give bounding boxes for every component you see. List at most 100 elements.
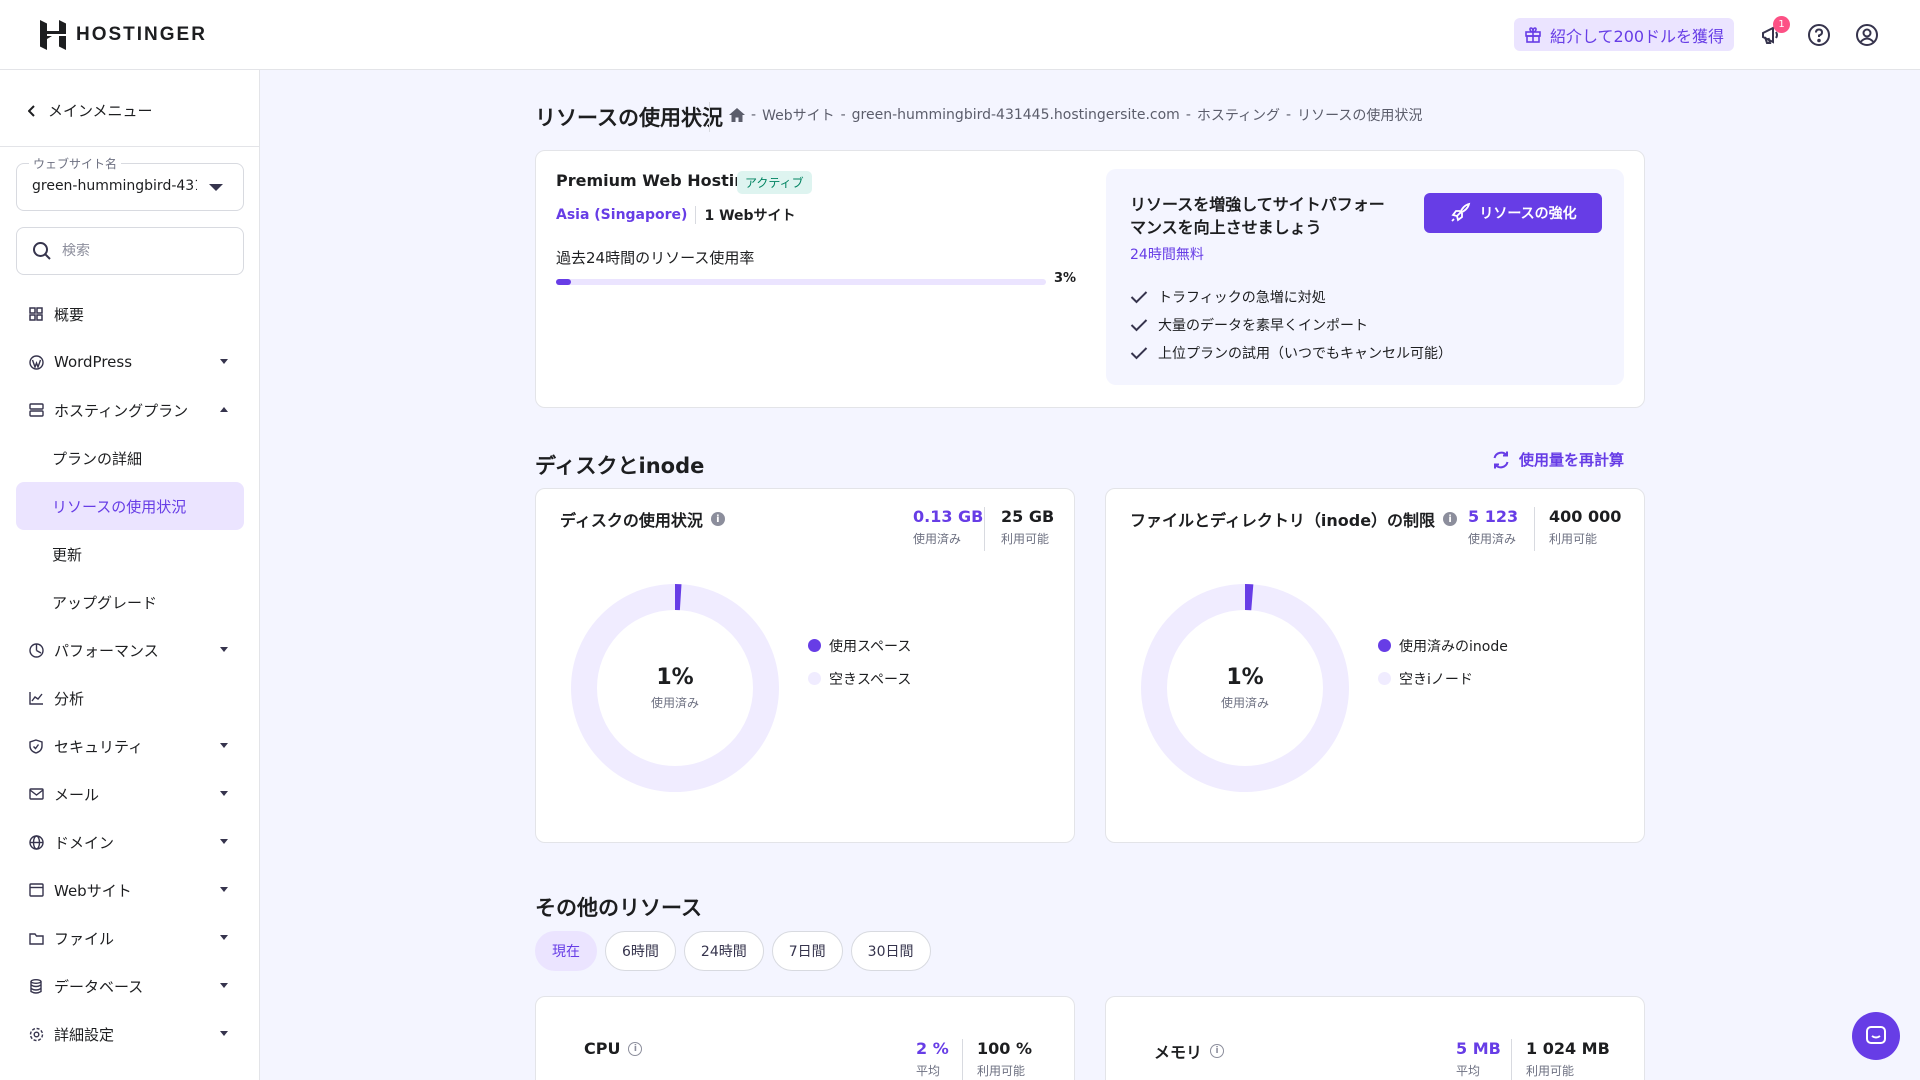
boost-subtitle: 24時間無料 [1130,247,1204,263]
sidebar-item-domains[interactable]: ドメイン [16,818,244,866]
legend-item-used: 使用スペース [808,629,911,662]
disk-usage-card: ディスクの使用状況 i 0.13 GB 使用済み 25 GB 利用可能 1% 使… [535,488,1075,843]
sidebar-item-label: 分析 [54,689,85,708]
tab-7d[interactable]: 7日間 [771,931,843,971]
info-icon[interactable]: i [628,1041,643,1056]
referral-button[interactable]: 紹介して200ドルを獲得 [1514,18,1735,51]
check-icon [1130,319,1148,332]
breadcrumb-websites[interactable]: Webサイト [762,105,835,125]
caret-down-icon [209,184,223,191]
breadcrumb-site[interactable]: green-hummingbird-431445.hostingersite.c… [852,107,1180,123]
sidebar-item-label: アップグレード [52,593,158,612]
usage-progress-bar [556,279,1046,285]
disk-available-label: 利用可能 [1001,532,1050,546]
globe-icon [28,834,44,850]
caret-down-icon [220,791,228,796]
feature-label: トラフィックの急増に対処 [1158,290,1326,306]
sidebar-item-websites[interactable]: Webサイト [16,866,244,914]
chat-button[interactable] [1852,1012,1900,1060]
boost-panel: リソースを増強してサイトパフォーマンスを向上させましょう 24時間無料 リソース… [1106,169,1624,385]
disk-available-value: 25 GB [1001,507,1055,526]
chart-line-icon [28,690,44,706]
folder-icon [28,930,44,946]
recalculate-button[interactable]: 使用量を再計算 [1491,449,1624,470]
sidebar-item-files[interactable]: ファイル [16,914,244,962]
stat-divider [1534,507,1535,551]
brand-name: HOSTINGER [76,24,207,45]
cpu-avg-label: 平均 [916,1064,941,1078]
feature-label: 上位プランの試用（いつでもキャンセル可能） [1158,346,1452,362]
website-select[interactable]: ウェブサイト名 green-hummingbird-431445.hosting… [16,155,244,211]
gift-icon [1525,26,1541,43]
sidebar-item-advanced[interactable]: 詳細設定 [16,1010,244,1058]
plan-card: Premium Web Hosting アクティブ Asia (Singapor… [535,150,1645,408]
legend-label: 空きiノード [1399,671,1473,688]
sidebar-item-label: セキュリティ [54,737,144,756]
page-title: リソースの使用状況 [535,106,723,130]
help-button[interactable] [1804,20,1834,50]
disk-title-label: ディスクの使用状況 [560,511,703,530]
sidebar-item-security[interactable]: セキュリティ [16,722,244,770]
rocket-icon [1451,202,1471,222]
sidebar-item-renewal[interactable]: 更新 [16,530,244,578]
tab-6h[interactable]: 6時間 [605,931,676,971]
boost-resources-button[interactable]: リソースの強化 [1424,193,1602,233]
cpu-available-value: 100 % [977,1039,1032,1058]
shield-icon [28,738,44,754]
cpu-available-stat: 100 % 利用可能 [977,1039,1032,1079]
disk-donut-center: 1% 使用済み [570,583,780,793]
sidebar-item-performance[interactable]: パフォーマンス [16,626,244,674]
cpu-available-label: 利用可能 [977,1064,1026,1078]
sidebar-item-upgrade[interactable]: アップグレード [16,578,244,626]
caret-up-icon [220,407,228,412]
disk-usage-title: ディスクの使用状況 i [560,507,725,531]
info-icon[interactable]: i [1210,1044,1225,1058]
tab-now[interactable]: 現在 [535,931,597,971]
info-icon[interactable]: i [710,512,725,526]
caret-down-icon [220,647,228,652]
sidebar-item-label: プランの詳細 [52,449,143,468]
inode-used-value: 5 123 [1468,507,1519,526]
plan-name: Premium Web Hosting [556,171,758,190]
tab-30d[interactable]: 30日間 [850,931,931,971]
server-icon [28,402,44,418]
grid-icon [28,306,44,322]
sidebar-item-resource-usage[interactable]: リソースの使用状況 [16,482,244,530]
notifications-button[interactable]: 1 [1756,16,1790,50]
sidebar-item-wordpress[interactable]: WordPress [16,338,244,386]
status-badge: アクティブ [737,171,812,194]
caret-down-icon [220,839,228,844]
legend-item-used: 使用済みのinode [1378,629,1508,662]
breadcrumb-hosting[interactable]: ホスティング [1197,105,1280,125]
sidebar-item-label: Webサイト [54,881,132,900]
info-icon[interactable]: i [1443,512,1458,526]
legend-label: 空きスペース [829,671,912,688]
sidebar-item-analytics[interactable]: 分析 [16,674,244,722]
tab-24h[interactable]: 24時間 [683,931,764,971]
sidebar-item-hosting-plan[interactable]: ホスティングプラン [16,386,244,434]
sidebar-item-label: 更新 [52,545,83,564]
main-menu-link[interactable]: メインメニュー [28,100,153,121]
plan-sites: 1 Webサイト [704,208,796,224]
sidebar-item-databases[interactable]: データベース [16,962,244,1010]
account-button[interactable] [1852,20,1882,50]
list-item: 大量のデータを素早くインポート [1130,311,1452,339]
sidebar-item-overview[interactable]: 概要 [16,290,244,338]
referral-label: 紹介して200ドルを獲得 [1550,26,1725,46]
sidebar-item-plan-details[interactable]: プランの詳細 [16,434,244,482]
cpu-title: CPU i [584,1039,643,1058]
user-icon [1856,24,1878,46]
gear-icon [28,1026,44,1042]
search-icon [33,242,51,260]
hostinger-logo[interactable]: HOSTINGER [40,20,207,50]
legend-label: 使用スペース [829,638,912,655]
home-icon[interactable] [729,108,745,122]
memory-available-stat: 1 024 MB 利用可能 [1526,1039,1610,1079]
legend-dot [1378,639,1391,652]
website-select-value: green-hummingbird-431445.hostingersite.c… [32,178,197,194]
top-bar: HOSTINGER 紹介して200ドルを獲得 1 [0,0,1920,70]
sidebar-item-email[interactable]: メール [16,770,244,818]
search-input[interactable] [62,243,222,259]
sidebar-divider [0,146,260,147]
caret-down-icon [220,935,228,940]
